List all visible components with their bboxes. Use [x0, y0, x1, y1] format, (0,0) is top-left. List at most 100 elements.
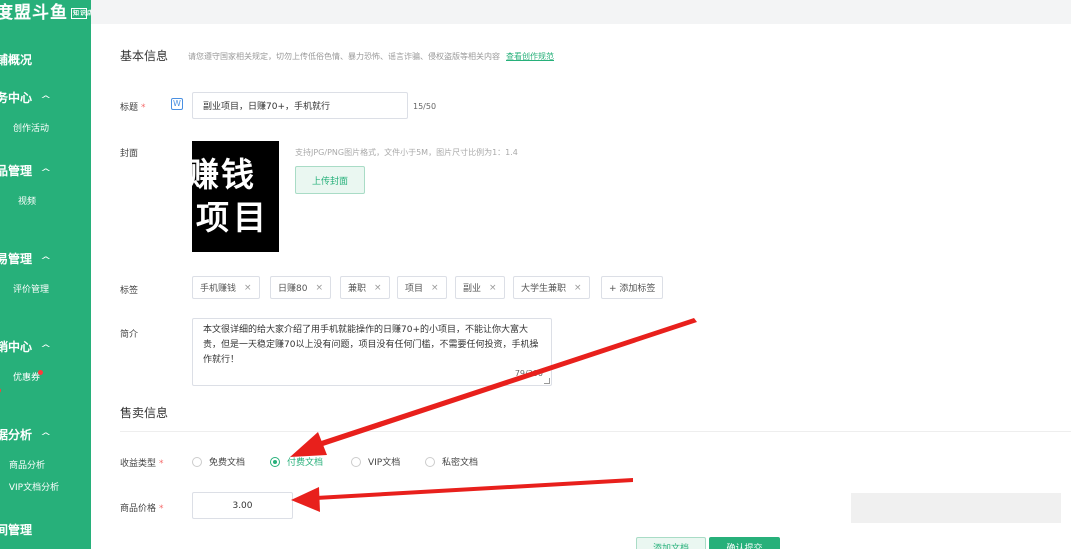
add-tag-button[interactable]: + 添加标签: [601, 276, 664, 299]
basic-info-title: 基本信息: [120, 49, 169, 63]
cover-image[interactable]: 赚钱 项目: [192, 141, 279, 252]
content-notice: 请您遵守国家相关规定，切勿上传低俗色情、暴力恐怖、谣言诈骗、侵权盗版等相关内容查…: [188, 51, 554, 62]
radio-label: 私密文档: [442, 458, 479, 468]
close-icon[interactable]: ×: [244, 283, 252, 293]
tag-item[interactable]: 兼职 ×: [340, 276, 390, 299]
sidebar-group-marketing[interactable]: 销中心 ^: [0, 338, 51, 355]
watermark-blur: [851, 493, 1061, 523]
bullet: :: [0, 373, 1, 383]
cover-text-line1: 赚钱: [192, 155, 256, 194]
bullet: :: [0, 124, 1, 134]
title-input-value: 副业项目，日赚70+，手机就行: [203, 102, 330, 112]
sale-info-title: 售卖信息: [120, 406, 169, 420]
radio-checked-icon: [270, 456, 280, 467]
bullet: :: [0, 461, 1, 471]
sidebar-group-analytics[interactable]: 据分析 ^: [0, 426, 52, 443]
radio-vip-doc[interactable]: VIP文档: [351, 455, 400, 468]
intro-textarea-value: 本文很详细的给大家介绍了用手机就能操作的日赚70+的小项目，不能让你大富大贵，但…: [203, 325, 539, 365]
sidebar: 度盟斗鱼知识店铺 铺概况 务中心 ^ : 创作活动 品管理 ^ 视频 易管理 ^ : 评价…: [0, 0, 91, 549]
cover-text-line2: 项目: [196, 198, 270, 237]
sidebar-item-review[interactable]: : 评价管理: [0, 282, 49, 295]
title-input[interactable]: 副业项目，日赚70+，手机就行: [192, 92, 408, 119]
sidebar-item-product-analysis[interactable]: : 商品分析: [0, 458, 45, 471]
sidebar-item-coupon[interactable]: : 优惠券: [0, 370, 44, 383]
sidebar-item-label: 铺概况: [0, 53, 33, 67]
sidebar-group-label: 易管理: [0, 252, 33, 266]
submit-button[interactable]: 确认提交: [709, 537, 780, 549]
intro-textarea[interactable]: 本文很详细的给大家介绍了用手机就能操作的日赚70+的小项目，不能让你大富大贵，但…: [192, 318, 552, 386]
tag-label: 日赚80: [278, 284, 308, 294]
bullet: ·: [0, 483, 1, 493]
sidebar-item-label: VIP文档分析: [8, 483, 60, 493]
sidebar-group-trade-manage[interactable]: 易管理 ^: [0, 250, 52, 267]
title-label-text: 标题: [120, 103, 139, 113]
brand-name: 度盟斗鱼: [0, 3, 68, 23]
sidebar-group-space-manage[interactable]: 间管理: [0, 521, 32, 538]
close-icon[interactable]: ×: [431, 283, 439, 293]
sidebar-item-label: 视频: [18, 197, 37, 207]
sidebar-item-label: 优惠券: [13, 373, 41, 383]
close-icon[interactable]: ×: [574, 283, 582, 293]
sidebar-group-label: 销中心: [0, 340, 33, 354]
cover-label: 封面: [120, 149, 139, 159]
top-bar: [91, 0, 1071, 24]
chevron-up-icon: ^: [40, 95, 52, 105]
tag-label: 大学生兼职: [521, 284, 567, 294]
price-input-value: 3.00: [232, 500, 253, 511]
sidebar-item-label: 评价管理: [13, 285, 50, 295]
sidebar-group-label: 品管理: [0, 164, 33, 178]
tag-item[interactable]: 项目 ×: [397, 276, 447, 299]
notification-dot: [0, 388, 1, 393]
title-char-count: 15/50: [413, 102, 437, 111]
section-divider: [120, 431, 1071, 432]
bullet: :: [0, 285, 1, 295]
income-type-label: 收益类型 *: [120, 456, 164, 469]
close-icon[interactable]: ×: [489, 283, 497, 293]
chevron-up-icon: ^: [40, 432, 52, 442]
sidebar-group-content-manage[interactable]: 品管理 ^: [0, 162, 51, 179]
tag-item[interactable]: 副业 ×: [455, 276, 505, 299]
add-document-button[interactable]: 添加文档: [636, 537, 706, 549]
sidebar-item-label: 商品分析: [9, 461, 46, 471]
price-label-text: 商品价格: [120, 504, 157, 514]
sidebar-item-label: 创作活动: [13, 124, 50, 134]
brand-logo[interactable]: 度盟斗鱼知识店铺: [0, 0, 91, 23]
close-icon[interactable]: ×: [374, 283, 382, 293]
sidebar-item-vip-analysis[interactable]: · VIP文档分析: [0, 480, 59, 493]
radio-label: VIP文档: [368, 458, 401, 468]
radio-label: 付费文档: [287, 458, 324, 468]
creation-rules-link[interactable]: 查看创作规范: [506, 52, 554, 61]
radio-paid-doc[interactable]: 付费文档: [270, 455, 323, 468]
tag-item[interactable]: 日赚80 ×: [270, 276, 331, 299]
brand-badge: 知识店铺: [71, 7, 91, 19]
radio-label: 免费文档: [209, 458, 246, 468]
sidebar-item-activity[interactable]: : 创作活动: [0, 121, 49, 134]
tag-label: 项目: [405, 284, 424, 294]
sidebar-group-label: 务中心: [0, 91, 33, 105]
tag-item[interactable]: 大学生兼职 ×: [513, 276, 590, 299]
resize-handle-icon[interactable]: [544, 378, 550, 384]
sidebar-group-label: 据分析: [0, 428, 33, 442]
notification-dot: [38, 370, 44, 375]
price-input[interactable]: 3.00: [192, 492, 293, 519]
tag-item[interactable]: 手机赚钱 ×: [192, 276, 260, 299]
radio-circle-icon: [192, 456, 202, 467]
close-icon[interactable]: ×: [315, 283, 323, 293]
notification-dot-secondary: [0, 388, 1, 398]
radio-private-doc[interactable]: 私密文档: [425, 455, 478, 468]
sidebar-item-overview[interactable]: 铺概况: [0, 51, 32, 68]
sidebar-item-video[interactable]: 视频: [18, 194, 36, 207]
tag-label: 兼职: [348, 284, 367, 294]
radio-free-doc[interactable]: 免费文档: [192, 455, 245, 468]
upload-cover-button[interactable]: 上传封面: [295, 166, 365, 194]
word-doc-icon: W: [171, 98, 183, 110]
intro-label: 简介: [120, 330, 139, 340]
sidebar-group-label: 间管理: [0, 523, 33, 537]
required-mark: *: [141, 103, 146, 113]
intro-char-count: 79/200: [514, 369, 543, 378]
required-mark: *: [159, 504, 164, 514]
add-tag-label: + 添加标签: [609, 284, 656, 294]
tags-label: 标签: [120, 286, 139, 296]
chevron-up-icon: ^: [40, 256, 52, 266]
sidebar-group-task-center[interactable]: 务中心 ^: [0, 89, 52, 106]
